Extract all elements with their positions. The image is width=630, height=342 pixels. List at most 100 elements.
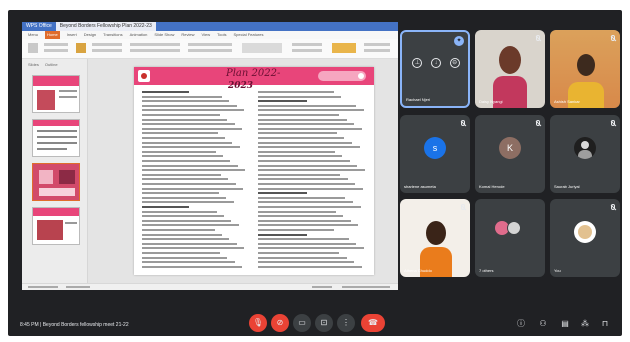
slide-text-line xyxy=(142,256,228,259)
font-selector[interactable] xyxy=(130,43,180,46)
participant-tile-others[interactable]: 7 others xyxy=(475,199,545,277)
slide-text-line xyxy=(142,201,234,204)
menu-item[interactable]: Review xyxy=(181,31,194,39)
slide-text-line xyxy=(142,178,229,181)
ribbon-control[interactable] xyxy=(92,43,122,46)
slide-text-line xyxy=(258,183,356,185)
more-options-button[interactable]: ⋮ xyxy=(337,314,355,332)
ribbon-control[interactable] xyxy=(292,43,322,46)
format-controls[interactable] xyxy=(130,49,180,52)
pin-icon[interactable]: ⊥ xyxy=(412,58,423,68)
find-replace-icon[interactable] xyxy=(332,43,356,53)
slide-text-line xyxy=(142,104,237,107)
info-icon[interactable]: ⓘ xyxy=(516,319,526,329)
slide-text-line xyxy=(142,146,240,149)
slide-text-line xyxy=(258,91,334,93)
slide-text-line xyxy=(142,169,245,172)
participant-tile-ashish[interactable]: Ashish Sankar xyxy=(550,30,620,108)
participant-tile-athena[interactable]: Athena Chuddo xyxy=(400,199,470,277)
menu-item[interactable]: Menu xyxy=(28,31,38,39)
paragraph-controls[interactable] xyxy=(188,49,232,52)
slide-year: 2023 xyxy=(228,81,254,91)
slide-text-line xyxy=(142,196,227,199)
mic-off-icon xyxy=(536,120,540,126)
tile-controls: ⊥ ↓ ⊖ xyxy=(408,58,464,68)
slide-text-line xyxy=(142,192,219,195)
new-slide-icon[interactable] xyxy=(76,43,86,53)
menu-item[interactable]: Slide Show xyxy=(154,31,174,39)
captions-button[interactable]: ▭ xyxy=(293,314,311,332)
slide-text-line xyxy=(258,141,352,144)
menu-item[interactable]: Insert xyxy=(67,31,77,39)
current-slide[interactable]: Plan 2022- 2023 xyxy=(134,67,374,275)
ribbon-control[interactable] xyxy=(44,43,68,46)
paste-icon[interactable] xyxy=(28,43,38,53)
participant-tile-komal[interactable]: K Komal Herode xyxy=(475,115,545,193)
ribbon-control[interactable] xyxy=(364,43,390,46)
tab-slides[interactable]: Slides xyxy=(28,62,39,67)
tab-outline[interactable]: Outline xyxy=(45,62,58,67)
camera-icon: ⊘ xyxy=(276,318,284,327)
app-tab[interactable]: WPS Office xyxy=(26,22,52,31)
camera-button[interactable]: ⊘ xyxy=(271,314,289,332)
menu-item[interactable]: Special Features xyxy=(233,31,263,39)
ribbon-control[interactable] xyxy=(292,49,322,52)
paragraph-controls[interactable] xyxy=(188,43,232,46)
slide-text-line xyxy=(142,238,230,241)
slide-text-line xyxy=(258,155,343,158)
slide-thumbnail[interactable] xyxy=(32,207,80,245)
menu-item[interactable]: Design xyxy=(84,31,96,39)
present-icon: ⊡ xyxy=(320,318,328,327)
ribbon-control[interactable] xyxy=(44,49,68,52)
slide-heading-line xyxy=(258,100,307,103)
slide-heading-line xyxy=(142,91,189,93)
slide-thumbnail[interactable] xyxy=(32,75,80,113)
people-icon[interactable]: ⚇ xyxy=(538,319,548,329)
menu-item[interactable]: Transitions xyxy=(103,31,122,39)
slide-heading-line xyxy=(142,206,189,208)
slide-text-line xyxy=(142,127,242,130)
mic-button[interactable]: 🎙 xyxy=(249,314,267,332)
menu-item[interactable]: Tools xyxy=(217,31,226,39)
participant-tile-sharlene[interactable]: s sharlene asumeta xyxy=(400,115,470,193)
slide-text-line xyxy=(142,155,224,158)
ribbon-control[interactable] xyxy=(364,49,390,52)
slide-thumbnail[interactable] xyxy=(32,119,80,157)
slide-text-line xyxy=(258,104,357,107)
participant-tile-rachael-njeri[interactable]: ✦ ⊥ ↓ ⊖ Rachael Njeri xyxy=(400,30,470,108)
chat-icon[interactable]: ▤ xyxy=(560,319,570,329)
slide-text-line xyxy=(142,252,220,254)
slide-text-line xyxy=(142,229,215,231)
participant-tile-saurab[interactable]: Saurab Juriyal xyxy=(550,115,620,193)
menu-item-home[interactable]: Home xyxy=(45,31,60,39)
mic-icon[interactable]: ↓ xyxy=(430,58,441,68)
remove-icon[interactable]: ⊖ xyxy=(449,58,460,68)
slide-text-line xyxy=(142,141,233,144)
participant-tile-you[interactable]: You xyxy=(550,199,620,277)
document-tab[interactable]: Beyond Borders Fellowship Plan 2022-23 xyxy=(55,22,156,31)
menu-item[interactable]: View xyxy=(202,31,211,39)
menu-item[interactable]: Animation xyxy=(130,31,148,39)
slide-text-line xyxy=(142,100,230,103)
slide-canvas: Plan 2022- 2023 xyxy=(88,59,398,283)
slide-text-line xyxy=(258,178,348,181)
lock-icon[interactable]: ⊓ xyxy=(600,319,610,329)
slide-thumbnail[interactable] xyxy=(32,163,80,201)
participant-name: 7 others xyxy=(479,268,494,273)
ribbon-control[interactable] xyxy=(92,49,122,52)
shapes-gallery[interactable] xyxy=(242,43,282,53)
present-button[interactable]: ⊡ xyxy=(315,314,333,332)
slide-text-line xyxy=(258,201,354,204)
participant-tile-daisy[interactable]: Daisy Nyangi xyxy=(475,30,545,108)
pin-icon[interactable]: ✦ xyxy=(454,36,464,46)
slide-text-line xyxy=(258,196,346,199)
end-call-button[interactable]: ☎ xyxy=(361,314,385,332)
slide-text-line xyxy=(258,187,363,190)
meet-window: WPS Office Beyond Borders Fellowship Pla… xyxy=(8,10,622,336)
activities-icon[interactable]: ⁂ xyxy=(580,319,590,329)
slide-text-line xyxy=(258,238,349,241)
slide-text-line xyxy=(142,261,235,264)
slide-text-line xyxy=(258,137,345,139)
slide-text-line xyxy=(258,256,347,259)
avatar: s xyxy=(424,137,446,159)
